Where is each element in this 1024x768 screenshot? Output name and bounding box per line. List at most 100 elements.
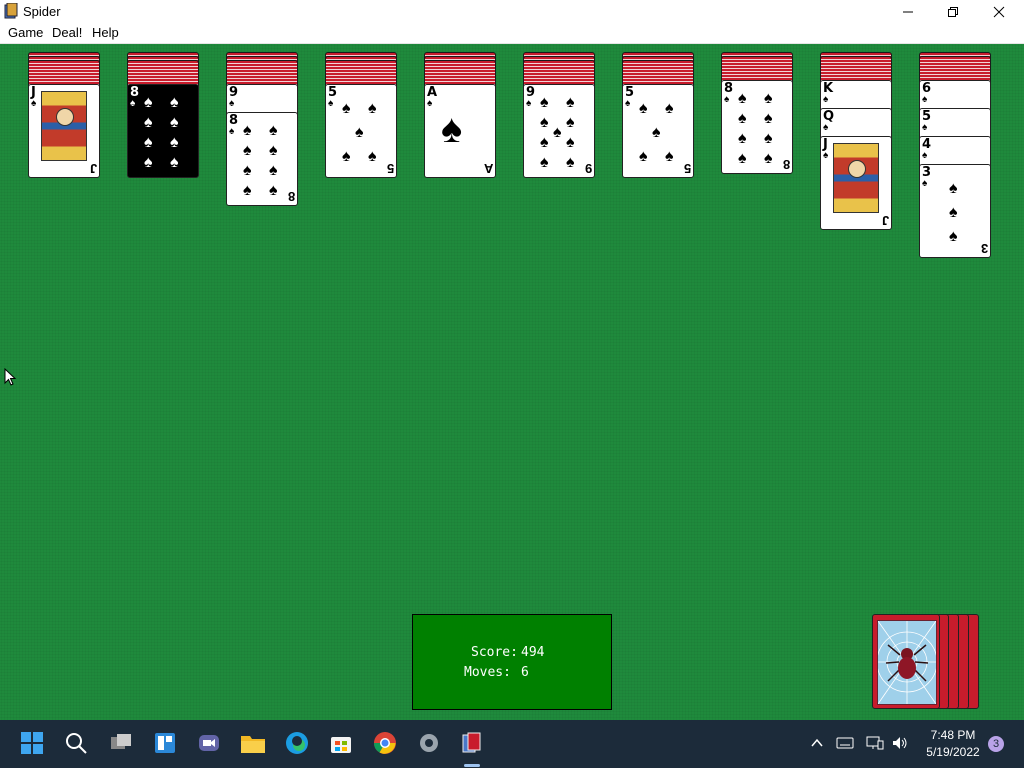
playing-card[interactable]: ♠ ♠ ♠ ♠ ♠ 5 5 ♠: [622, 84, 694, 178]
moves-value: 6: [521, 665, 529, 680]
edge-button[interactable]: [284, 730, 310, 756]
suit-pip: ♠: [243, 162, 252, 179]
suit-pip: ♠: [738, 90, 747, 107]
file-explorer-button[interactable]: [240, 730, 266, 756]
card-suit: ♠: [823, 94, 829, 105]
menu-deal[interactable]: Deal!: [50, 25, 84, 40]
spider-taskbar-button[interactable]: [459, 730, 485, 756]
suit-pip: ♠: [566, 154, 575, 171]
moves-label: Moves:: [464, 665, 511, 680]
file-explorer-icon: [241, 736, 265, 753]
suit-pip: ♠: [441, 107, 463, 151]
menu-help[interactable]: Help: [90, 25, 121, 40]
suit-pip: ♠: [243, 122, 252, 139]
suit-pip: ♠: [540, 94, 549, 111]
card-suit: ♠: [823, 150, 829, 161]
settings-button[interactable]: [416, 730, 442, 756]
widgets-button[interactable]: [152, 730, 178, 756]
keyboard-button[interactable]: [832, 730, 858, 756]
suit-pip: ♠: [540, 114, 549, 131]
clock-time[interactable]: 7:48 PM: [920, 728, 986, 742]
playing-card[interactable]: ♠ ♠ ♠ ♠ ♠ ♠ ♠ ♠ ♠ 9 9 ♠: [523, 84, 595, 178]
edge-icon: [286, 732, 308, 754]
face-card-art: [833, 143, 879, 213]
minimize-icon: [903, 11, 913, 12]
stock-card[interactable]: [872, 614, 940, 709]
card-suit: ♠: [130, 98, 136, 109]
volume-button[interactable]: [887, 730, 913, 756]
card-suit: ♠: [427, 98, 433, 109]
spider-web-icon: [877, 620, 937, 705]
active-app-indicator: [464, 764, 480, 767]
suit-pip: ♠: [342, 100, 351, 117]
search-button[interactable]: [63, 730, 89, 756]
show-hidden-icons-button[interactable]: [804, 730, 830, 756]
teams-chat-button[interactable]: [196, 730, 222, 756]
chevron-up-icon: [811, 738, 823, 747]
suit-pip: ♠: [764, 110, 773, 127]
suit-pip: ♠: [639, 148, 648, 165]
suit-pip: ♠: [269, 122, 278, 139]
minimize-button[interactable]: [885, 0, 931, 23]
suit-pip: ♠: [949, 204, 958, 221]
notification-badge[interactable]: 3: [988, 736, 1004, 752]
clock-date[interactable]: 5/19/2022: [920, 745, 986, 759]
playing-card[interactable]: ♠ ♠ ♠ 3 3 ♠: [919, 164, 991, 258]
restore-icon: [948, 6, 958, 17]
suit-pip: ♠: [764, 150, 773, 167]
restore-button[interactable]: [930, 0, 976, 23]
suit-pip: ♠: [170, 154, 179, 171]
card-suit: ♠: [922, 150, 928, 161]
start-button[interactable]: [19, 730, 45, 756]
settings-icon: [420, 734, 438, 752]
card-rank-corner: A: [483, 161, 493, 176]
suit-pip: ♠: [764, 90, 773, 107]
close-button[interactable]: [976, 0, 1022, 23]
playing-card[interactable]: ♠ ♠ ♠ ♠ ♠ ♠ ♠ ♠ 8 8 ♠: [127, 84, 199, 178]
chrome-button[interactable]: [372, 730, 398, 756]
search-icon: [66, 733, 87, 754]
title-bar: Spider: [0, 0, 1024, 23]
playing-card[interactable]: J J ♠: [820, 136, 892, 230]
playing-card[interactable]: ♠ ♠ ♠ ♠ ♠ ♠ ♠ ♠ 8 8 ♠: [226, 112, 298, 206]
task-view-button[interactable]: [108, 730, 134, 756]
spider-app-icon: [4, 3, 18, 19]
suit-pip: ♠: [553, 124, 562, 141]
window-title: Spider: [23, 4, 61, 19]
card-rank-corner: 8: [782, 157, 790, 172]
suit-pip: ♠: [652, 124, 661, 141]
widgets-icon: [155, 733, 175, 753]
menu-game[interactable]: Game: [6, 25, 45, 40]
suit-pip: ♠: [368, 100, 377, 117]
suit-pip: ♠: [355, 124, 364, 141]
suit-pip: ♠: [269, 162, 278, 179]
network-button[interactable]: [862, 730, 888, 756]
network-icon: [866, 736, 884, 750]
card-rank-corner: 5: [386, 161, 394, 176]
suit-pip: ♠: [665, 148, 674, 165]
suit-pip: ♠: [540, 154, 549, 171]
card-rank-corner: J: [881, 213, 889, 228]
suit-pip: ♠: [738, 110, 747, 127]
playing-card[interactable]: J J ♠: [28, 84, 100, 178]
store-button[interactable]: [328, 730, 354, 756]
score-label: Score:: [471, 645, 518, 660]
teams-chat-icon: [199, 735, 219, 751]
playing-card[interactable]: ♠ ♠ ♠ ♠ ♠ 5 5 ♠: [325, 84, 397, 178]
mouse-cursor-icon: [4, 368, 16, 386]
suit-pip: ♠: [243, 182, 252, 199]
suit-pip: ♠: [949, 180, 958, 197]
card-suit: ♠: [229, 126, 235, 137]
suit-pip: ♠: [342, 148, 351, 165]
suit-pip: ♠: [144, 114, 153, 131]
keyboard-icon: [836, 737, 854, 749]
suit-pip: ♠: [269, 182, 278, 199]
suit-pip: ♠: [639, 100, 648, 117]
card-suit: ♠: [922, 122, 928, 133]
face-card-art: [41, 91, 87, 161]
chrome-icon: [374, 732, 396, 754]
suit-pip: ♠: [170, 134, 179, 151]
suit-pip: ♠: [368, 148, 377, 165]
playing-card[interactable]: ♠ ♠ ♠ ♠ ♠ ♠ ♠ ♠ 8 8 ♠: [721, 80, 793, 174]
playing-card[interactable]: ♠ A A ♠: [424, 84, 496, 178]
